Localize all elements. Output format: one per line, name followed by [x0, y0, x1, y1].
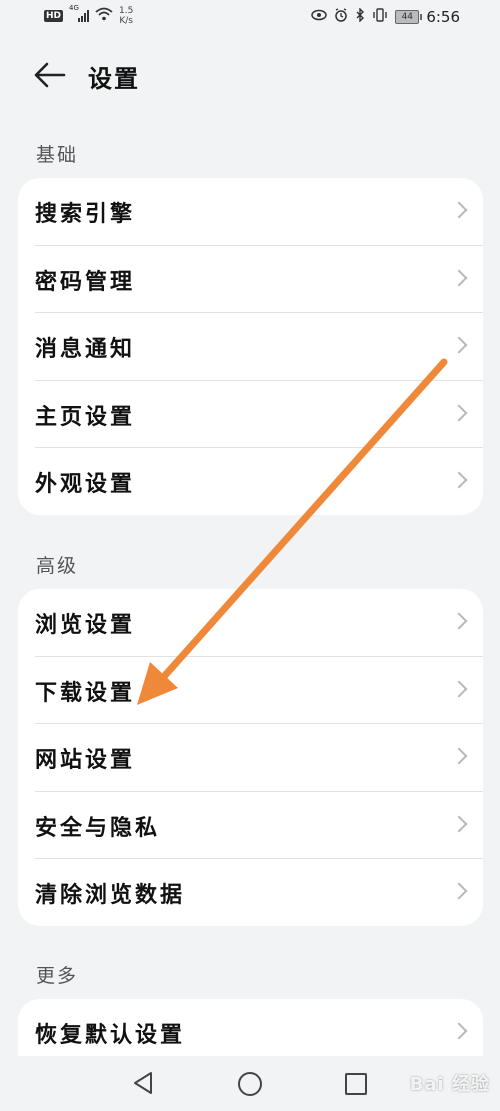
nav-recents-icon[interactable]	[345, 1073, 367, 1095]
settings-item-label: 恢复默认设置	[35, 1023, 186, 1048]
back-arrow-icon[interactable]	[32, 58, 68, 92]
settings-item-appearance[interactable]: 外观设置	[35, 448, 483, 515]
nav-home-icon[interactable]	[238, 1072, 262, 1096]
settings-item-download[interactable]: 下载设置	[35, 657, 483, 724]
chevron-right-icon	[450, 882, 468, 900]
chevron-right-icon	[450, 201, 468, 219]
chevron-right-icon	[450, 336, 468, 354]
eye-icon	[311, 9, 328, 25]
settings-item-label: 下载设置	[35, 680, 136, 706]
network-speed-unit: K/s	[119, 16, 133, 26]
settings-item-homepage[interactable]: 主页设置	[35, 381, 483, 448]
signal-type-label: 4G	[69, 4, 79, 12]
settings-item-security-privacy[interactable]: 安全与隐私	[35, 792, 483, 859]
status-left: HD 4G 1.5 K/s	[44, 4, 133, 26]
chevron-right-icon	[450, 680, 468, 697]
hd-badge: HD	[44, 10, 64, 22]
section-header-more: 更多	[36, 965, 79, 987]
chevron-right-icon	[450, 404, 468, 421]
vibrate-icon	[372, 8, 388, 26]
chevron-right-icon	[450, 747, 468, 765]
clock: 6:56	[426, 8, 460, 26]
status-right: 44 6:56	[311, 7, 460, 26]
alarm-icon	[334, 8, 348, 26]
settings-item-password-management[interactable]: 密码管理	[35, 246, 483, 313]
signal-icon: 4G	[69, 4, 90, 22]
chevron-right-icon	[450, 269, 468, 286]
network-speed: 1.5 K/s	[119, 6, 133, 26]
settings-item-label: 搜索引擎	[35, 202, 136, 227]
settings-item-label: 消息通知	[35, 337, 136, 362]
settings-item-website[interactable]: 网站设置	[35, 724, 483, 792]
settings-item-label: 浏览设置	[35, 613, 136, 638]
app-header: 设置	[0, 52, 500, 98]
chevron-right-icon	[450, 612, 468, 630]
settings-item-label: 网站设置	[35, 748, 136, 773]
settings-card-advanced: 浏览设置 下载设置 网站设置 安全与隐私 清除浏览数据	[18, 589, 483, 926]
settings-item-label: 安全与隐私	[35, 815, 161, 841]
chevron-right-icon	[450, 1022, 468, 1040]
section-header-basic: 基础	[36, 144, 79, 166]
settings-item-label: 密码管理	[35, 269, 136, 295]
nav-back-icon[interactable]	[132, 1071, 154, 1099]
settings-card-more: 恢复默认设置	[18, 999, 483, 1056]
settings-item-search-engine[interactable]: 搜索引擎	[35, 178, 483, 246]
battery-icon: 44	[395, 10, 423, 24]
chevron-right-icon	[450, 471, 468, 489]
settings-card-basic: 搜索引擎 密码管理 消息通知 主页设置 外观设置	[18, 178, 483, 515]
settings-item-label: 清除浏览数据	[35, 883, 186, 908]
chevron-right-icon	[450, 815, 468, 832]
settings-item-restore-defaults[interactable]: 恢复默认设置	[35, 999, 483, 1056]
system-nav-bar: Bai 经验	[0, 1056, 500, 1111]
settings-item-clear-data[interactable]: 清除浏览数据	[35, 859, 483, 926]
settings-item-label: 外观设置	[35, 472, 136, 497]
section-header-advanced: 高级	[36, 555, 79, 577]
page-title: 设置	[88, 65, 140, 93]
settings-item-notifications[interactable]: 消息通知	[35, 313, 483, 381]
watermark-logo: Bai 经验	[409, 1074, 490, 1095]
status-bar: HD 4G 1.5 K/s 44 6:56	[0, 0, 500, 36]
wifi-icon	[95, 7, 113, 25]
bluetooth-icon	[355, 7, 365, 26]
settings-item-label: 主页设置	[35, 404, 136, 430]
network-speed-value: 1.5	[119, 6, 134, 16]
settings-item-browsing[interactable]: 浏览设置	[35, 589, 483, 657]
